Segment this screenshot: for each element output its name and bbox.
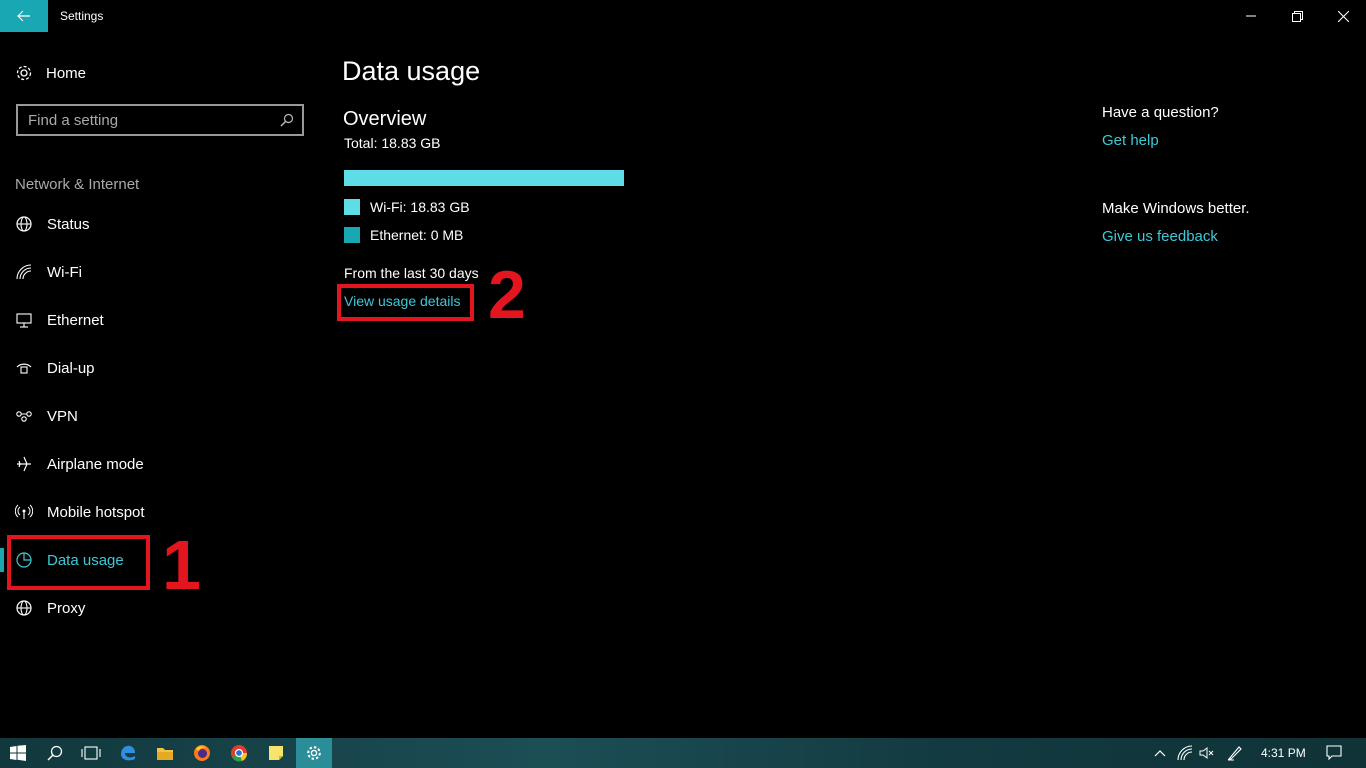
sidebar-item-label: VPN	[47, 407, 78, 425]
ethernet-icon	[15, 311, 33, 329]
period-text: From the last 30 days	[344, 265, 479, 281]
usage-bar	[344, 170, 624, 186]
settings-taskbar-button[interactable]	[296, 738, 332, 768]
pen-icon	[1227, 746, 1242, 761]
sidebar-item-label: Airplane mode	[47, 455, 144, 473]
back-arrow-icon	[17, 10, 30, 22]
sidebar-item-label: Ethernet	[47, 311, 104, 329]
firefox-button[interactable]	[184, 738, 220, 768]
sidebar-item-proxy[interactable]: Proxy	[15, 597, 85, 619]
start-button[interactable]	[0, 738, 36, 768]
section-label: Network & Internet	[15, 176, 140, 193]
gear-icon	[16, 65, 32, 81]
minimize-button[interactable]	[1228, 0, 1274, 32]
legend-ethernet: Ethernet: 0 MB	[344, 227, 463, 243]
sidebar-item-airplane[interactable]: Airplane mode	[15, 453, 144, 475]
search-icon[interactable]	[280, 113, 294, 127]
usage-bar-fill	[344, 170, 624, 186]
windows-logo-icon	[10, 745, 26, 761]
file-explorer-button[interactable]	[147, 738, 183, 768]
action-center-button[interactable]	[1325, 745, 1343, 761]
restore-icon	[1291, 10, 1303, 22]
volume-muted-icon	[1199, 747, 1214, 759]
home-label: Home	[46, 64, 87, 82]
sidebar-item-label: Proxy	[47, 599, 86, 617]
gear-icon	[307, 746, 321, 760]
minimize-icon	[1246, 15, 1256, 17]
hotspot-icon	[15, 503, 33, 521]
sidebar-item-label: Mobile hotspot	[47, 503, 145, 521]
sidebar-item-hotspot[interactable]: Mobile hotspot	[15, 501, 145, 523]
sidebar-item-wifi[interactable]: Wi-Fi	[15, 261, 82, 283]
overview-heading: Overview	[343, 108, 427, 130]
sidebar: Home Find a setting Network & Internet S…	[0, 32, 320, 738]
task-view-icon	[81, 746, 101, 760]
dialup-icon	[15, 359, 33, 377]
globe-icon	[15, 599, 33, 617]
restore-button[interactable]	[1274, 0, 1320, 32]
taskbar: 4:31 PM	[0, 738, 1366, 768]
search-icon	[47, 745, 63, 761]
home-nav[interactable]: Home	[15, 63, 86, 83]
task-view-button[interactable]	[73, 738, 109, 768]
sidebar-item-vpn[interactable]: VPN	[15, 405, 78, 427]
wifi-icon	[15, 263, 33, 281]
page-title: Data usage	[342, 56, 481, 86]
sidebar-item-status[interactable]: Status	[15, 213, 90, 235]
volume-tray-button[interactable]	[1198, 745, 1216, 761]
active-indicator	[0, 548, 4, 572]
annotation-number-2: 2	[488, 257, 526, 333]
annotation-box-1	[7, 535, 150, 590]
legend-swatch-ethernet	[344, 227, 360, 243]
app-title: Settings	[60, 9, 104, 23]
search-input[interactable]: Find a setting	[16, 104, 304, 136]
edge-icon	[121, 745, 135, 761]
legend-wifi: Wi-Fi: 18.83 GB	[344, 199, 470, 215]
sidebar-item-label: Wi-Fi	[47, 263, 82, 281]
sticky-notes-icon	[269, 746, 283, 760]
close-button[interactable]	[1320, 0, 1366, 32]
annotation-number-1: 1	[162, 526, 201, 604]
chevron-up-icon	[1154, 750, 1166, 757]
feedback-prompt: Make Windows better.	[1102, 200, 1250, 217]
search-taskbar-button[interactable]	[37, 738, 73, 768]
chrome-button[interactable]	[221, 738, 257, 768]
firefox-icon	[194, 745, 210, 761]
network-tray-button[interactable]	[1176, 745, 1194, 761]
search-placeholder: Find a setting	[28, 111, 119, 129]
edge-button[interactable]	[110, 738, 146, 768]
title-bar: Settings	[0, 0, 1366, 32]
sticky-notes-button[interactable]	[258, 738, 294, 768]
sidebar-item-label: Dial-up	[47, 359, 95, 377]
wifi-icon	[1177, 745, 1193, 761]
chrome-icon	[231, 745, 248, 762]
pen-tray-button[interactable]	[1226, 745, 1244, 761]
airplane-icon	[15, 455, 33, 473]
get-help-link[interactable]: Get help	[1102, 132, 1159, 149]
sidebar-item-ethernet[interactable]: Ethernet	[15, 309, 104, 331]
help-question: Have a question?	[1102, 104, 1219, 121]
globe-status-icon	[15, 215, 33, 233]
legend-label-wifi: Wi-Fi: 18.83 GB	[370, 199, 470, 215]
folder-icon	[157, 747, 173, 760]
notification-icon	[1326, 745, 1342, 761]
total-usage: Total: 18.83 GB	[344, 135, 441, 151]
back-button[interactable]	[0, 0, 48, 32]
close-icon	[1337, 10, 1349, 22]
legend-swatch-wifi	[344, 199, 360, 215]
annotation-box-2	[337, 284, 474, 321]
sidebar-item-dialup[interactable]: Dial-up	[15, 357, 95, 379]
legend-label-ethernet: Ethernet: 0 MB	[370, 227, 464, 243]
show-hidden-icons-button[interactable]	[1152, 745, 1168, 761]
vpn-icon	[15, 407, 33, 425]
clock[interactable]: 4:31 PM	[1261, 746, 1306, 760]
give-feedback-link[interactable]: Give us feedback	[1102, 228, 1218, 245]
sidebar-item-label: Status	[47, 215, 90, 233]
